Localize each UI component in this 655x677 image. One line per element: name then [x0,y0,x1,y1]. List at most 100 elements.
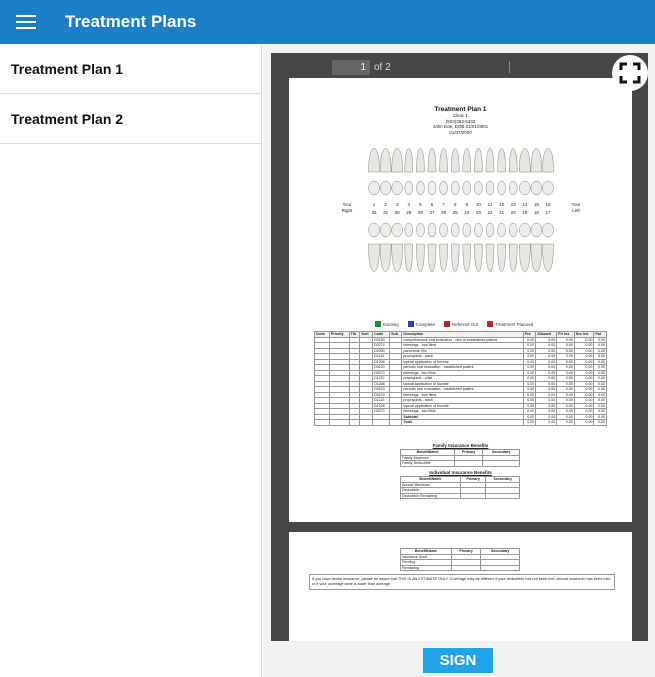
upper-tooth-number: 8 [454,202,457,207]
upper-occlusal-16 [542,180,554,196]
legend-item: Treatment Planned [487,321,533,327]
lower-tooth-18 [530,243,543,273]
upper-tooth-5 [416,148,425,173]
lower-tooth-25 [450,243,460,273]
pdf-page-1: Treatment Plan 1 Clinic 1 (503)363-5432 … [289,78,632,522]
upper-occlusal-13 [508,180,518,196]
hamburger-menu-icon[interactable] [16,15,36,29]
plan-item-2[interactable]: Treatment Plan 2 [0,94,261,144]
plan-item-1[interactable]: Treatment Plan 1 [0,44,261,94]
upper-tooth-number: 3 [396,202,399,207]
estimate-disclaimer: If you have dental insurance, please be … [309,574,615,590]
app-title: Treatment Plans [65,12,197,31]
table-cell [348,419,361,426]
upper-occlusal-7 [439,180,448,196]
upper-tooth-12 [497,148,506,173]
lower-tooth-19 [519,243,531,273]
document-header: Treatment Plan 1 Clinic 1 (503)363-5432 … [289,106,632,135]
lower-occlusal-32 [368,222,380,238]
plan-date: 01/07/2020 [449,129,472,135]
lower-occlusal-24 [462,222,472,238]
lower-tooth-number: 28 [418,210,424,215]
lower-tooth-29 [404,243,414,273]
table-cell [313,419,331,426]
lower-occlusal-25 [450,222,460,238]
lower-tooth-30 [391,243,403,273]
fullscreen-button[interactable] [612,55,648,91]
lower-tooth-21 [497,243,506,273]
lower-occlusal-19 [519,222,531,238]
lower-occlusal-17 [542,222,554,238]
upper-tooth-7 [439,148,448,173]
upper-tooth-number: 1 [373,202,376,207]
legend-item: Referred Out [444,321,478,327]
document-pane: 1 of 2 Treatment Plan 1 Clinic 1 (503)36… [263,44,655,677]
lower-occlusal-22 [485,222,495,238]
table-cell: 0.00 [593,419,607,426]
document-title: Treatment Plan 1 [434,106,487,113]
legend-label: Referred Out [452,321,479,327]
sign-button[interactable]: SIGN [423,648,493,673]
legend-swatch [444,321,451,327]
pdf-viewer[interactable]: 1 of 2 Treatment Plan 1 Clinic 1 (503)36… [271,53,648,641]
upper-occlusal-9 [462,180,472,196]
lower-tooth-number: 21 [499,210,505,215]
upper-tooth-16 [542,148,554,173]
lower-tooth-24 [462,243,472,273]
procedures-table: Done Priority Tth Surf Code Sub Description Fee… [313,331,607,426]
family-benefits-table: BenefitName Primary Secondary Family Maxim… [399,449,520,467]
upper-tooth-number: 14 [522,202,528,207]
upper-tooth-number: 5 [419,202,422,207]
upper-occlusal-1 [368,180,380,196]
table-cell: Deductible Remaining [400,492,461,499]
upper-occlusal-4 [404,180,414,196]
lower-tooth-number: 31 [383,210,389,215]
table-row: Deductible Remaining [400,492,520,499]
side-label: Left [572,208,580,213]
insurance-usage-table: BenefitName Primary Secondary Insurance Us… [400,548,520,571]
legend-item: Existing [375,321,399,327]
upper-occlusal-11 [485,180,495,196]
lower-tooth-26 [439,243,448,273]
table-cell: Total [401,419,524,426]
upper-occlusal-10 [474,180,483,196]
lower-tooth-number: 22 [487,210,493,215]
fullscreen-icon [619,62,641,84]
upper-tooth-number: 4 [408,202,411,207]
lower-tooth-number: 30 [395,210,401,215]
lower-occlusal-31 [379,222,392,238]
table-cell: 0.00 [522,419,537,426]
lower-occlusal-18 [530,222,543,238]
upper-occlusal-14 [519,180,531,196]
lower-tooth-number: 17 [545,210,551,215]
lower-occlusal-29 [404,222,414,238]
upper-tooth-10 [474,148,483,173]
page-number-input[interactable]: 1 [332,59,370,75]
table-cell [480,564,520,571]
lower-tooth-22 [485,243,495,273]
table-cell [372,419,391,426]
table-cell [482,460,520,467]
lower-occlusal-20 [508,222,518,238]
table-cell [485,492,520,499]
legend-label: Treatment Planned [495,321,534,327]
upper-tooth-number: 12 [499,202,505,207]
table-cell [359,419,374,426]
table-cell: 0.00 [556,419,575,426]
lower-tooth-20 [508,243,518,273]
legend-swatch [407,321,414,327]
upper-tooth-number: 13 [511,202,517,207]
side-label: Your [342,202,352,207]
upper-tooth-13 [508,148,518,173]
table-row: Family Deductible [399,460,520,467]
table-cell [450,564,482,571]
upper-occlusal-2 [379,180,392,196]
upper-tooth-2 [379,148,392,173]
table-cell [454,460,484,467]
lower-occlusal-26 [439,222,448,238]
lower-tooth-23 [474,243,483,273]
lower-occlusal-23 [474,222,483,238]
lower-tooth-number: 23 [476,210,482,215]
upper-tooth-number: 10 [476,202,482,207]
upper-tooth-number: 9 [466,202,469,207]
